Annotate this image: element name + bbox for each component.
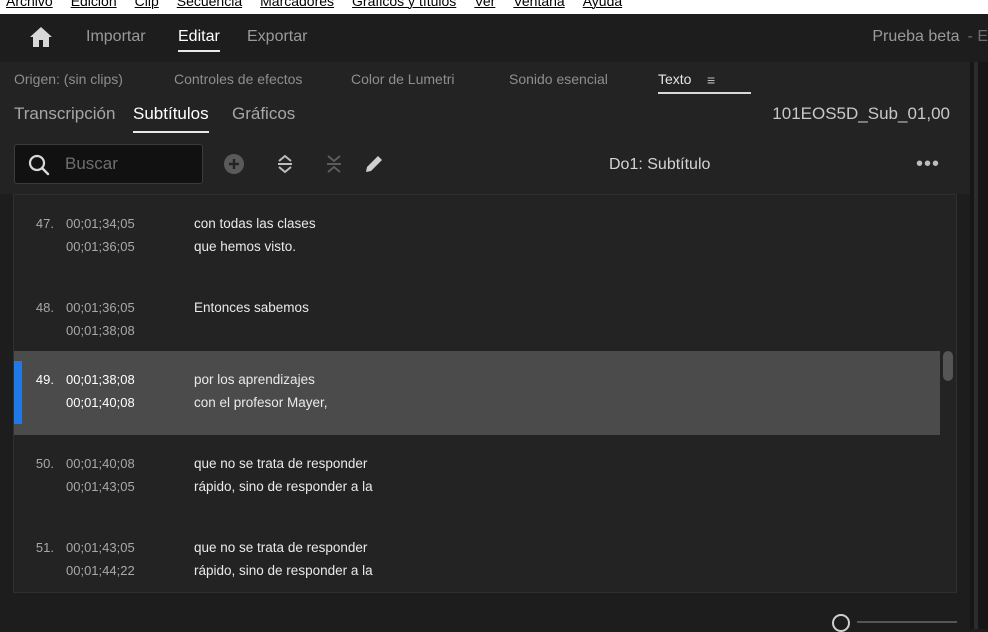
caption-start-time[interactable]: 00;01;40;08 xyxy=(66,456,135,471)
list-scrollbar[interactable] xyxy=(943,351,953,381)
edit-pencil-icon[interactable] xyxy=(363,153,385,175)
search-icon xyxy=(28,154,50,176)
right-panel-edge xyxy=(970,62,988,629)
caption-row[interactable]: 51. 00;01;43;05 00;01;44;22 que no se tr… xyxy=(14,519,940,592)
beta-suffix: - E xyxy=(967,28,988,45)
caption-text-line2[interactable]: que hemos visto. xyxy=(194,239,296,254)
caption-text-line2[interactable]: rápido, sino de responder a la xyxy=(194,563,373,578)
caption-number: 51. xyxy=(35,540,54,555)
caption-number: 47. xyxy=(35,216,54,231)
subtab-captions[interactable]: Subtítulos xyxy=(133,104,209,133)
split-caption-icon[interactable] xyxy=(274,153,296,175)
workspace-bar: Importar Editar Exportar Prueba beta - E xyxy=(0,14,988,62)
caption-start-time[interactable]: 00;01;34;05 xyxy=(66,216,135,231)
menu-marcadores[interactable]: Marcadores xyxy=(260,0,334,8)
add-caption-icon[interactable] xyxy=(223,153,245,175)
merge-captions-icon[interactable] xyxy=(323,153,345,175)
caption-start-time[interactable]: 00;01;36;05 xyxy=(66,300,135,315)
caption-text-line1[interactable]: que no se trata de responder xyxy=(194,456,367,471)
search-box[interactable] xyxy=(14,144,203,184)
caption-number: 49. xyxy=(35,372,54,387)
sequence-name: 101EOS5D_Sub_01,00 xyxy=(772,104,950,123)
zoom-slider-handle[interactable] xyxy=(832,614,850,632)
caption-track-label[interactable]: Do1: Subtítulo xyxy=(609,156,710,174)
menu-clip[interactable]: Clip xyxy=(135,0,159,8)
menu-edicion[interactable]: Edición xyxy=(71,0,117,8)
caption-text-line1[interactable]: Entonces sabemos xyxy=(194,300,309,315)
caption-text-line1[interactable]: por los aprendizajes xyxy=(194,372,315,387)
selection-marker xyxy=(14,361,22,424)
subtab-transcription[interactable]: Transcripción xyxy=(14,104,115,124)
beta-label[interactable]: Prueba beta - E xyxy=(872,28,988,46)
subtab-graphics[interactable]: Gráficos xyxy=(232,104,295,124)
more-options-icon[interactable]: ••• xyxy=(916,153,940,176)
tab-effect-controls[interactable]: Controles de efectos xyxy=(174,71,302,87)
caption-end-time[interactable]: 00;01;38;08 xyxy=(66,323,135,338)
caption-row-selected[interactable]: 49. 00;01;38;08 00;01;40;08 por los apre… xyxy=(14,351,940,435)
caption-start-time[interactable]: 00;01;38;08 xyxy=(66,372,135,387)
menu-ayuda[interactable]: Ayuda xyxy=(583,0,622,8)
workspace-edit[interactable]: Editar xyxy=(178,28,220,52)
search-input[interactable] xyxy=(65,151,195,177)
home-icon[interactable] xyxy=(29,26,53,48)
menu-bar: Archivo Edición Clip Secuencia Marcadore… xyxy=(0,0,988,14)
panel-tab-bar: Origen: (sin clips) Controles de efectos… xyxy=(0,62,970,96)
captions-toolbar: Do1: Subtítulo ••• xyxy=(0,136,970,194)
menu-ventana[interactable]: Ventana xyxy=(513,0,564,8)
caption-end-time[interactable]: 00;01;44;22 xyxy=(66,563,135,578)
caption-text-line2[interactable]: con el profesor Mayer, xyxy=(194,395,328,410)
panel-menu-icon[interactable]: ≡ xyxy=(707,72,715,88)
caption-end-time[interactable]: 00;01;36;05 xyxy=(66,239,135,254)
zoom-slider-track[interactable] xyxy=(857,621,957,623)
workspace-import[interactable]: Importar xyxy=(86,28,146,46)
panel-footer xyxy=(0,593,970,632)
tab-text[interactable]: Texto xyxy=(658,71,752,94)
menu-secuencia[interactable]: Secuencia xyxy=(177,0,242,8)
menu-ver[interactable]: Ver xyxy=(474,0,495,8)
caption-text-line1[interactable]: con todas las clases xyxy=(194,216,316,231)
text-subtab-bar: Transcripción Subtítulos Gráficos 101EOS… xyxy=(0,96,970,136)
tab-essential-sound[interactable]: Sonido esencial xyxy=(509,71,608,87)
menu-graficos[interactable]: Gráficos y títulos xyxy=(352,0,456,8)
caption-row[interactable]: 50. 00;01;40;08 00;01;43;05 que no se tr… xyxy=(14,435,940,519)
caption-end-time[interactable]: 00;01;40;08 xyxy=(66,395,135,410)
caption-end-time[interactable]: 00;01;43;05 xyxy=(66,479,135,494)
caption-row[interactable]: 47. 00;01;34;05 00;01;36;05 con todas la… xyxy=(14,195,940,279)
menu-archivo[interactable]: Archivo xyxy=(6,0,53,8)
panel-divider[interactable] xyxy=(974,62,978,629)
caption-number: 48. xyxy=(35,300,54,315)
caption-list[interactable]: 47. 00;01;34;05 00;01;36;05 con todas la… xyxy=(13,194,957,593)
tab-source[interactable]: Origen: (sin clips) xyxy=(14,71,123,87)
caption-start-time[interactable]: 00;01;43;05 xyxy=(66,540,135,555)
workspace-export[interactable]: Exportar xyxy=(247,28,307,46)
tab-lumetri-color[interactable]: Color de Lumetri xyxy=(351,71,455,87)
caption-text-line1[interactable]: que no se trata de responder xyxy=(194,540,367,555)
caption-text-line2[interactable]: rápido, sino de responder a la xyxy=(194,479,373,494)
caption-number: 50. xyxy=(35,456,54,471)
